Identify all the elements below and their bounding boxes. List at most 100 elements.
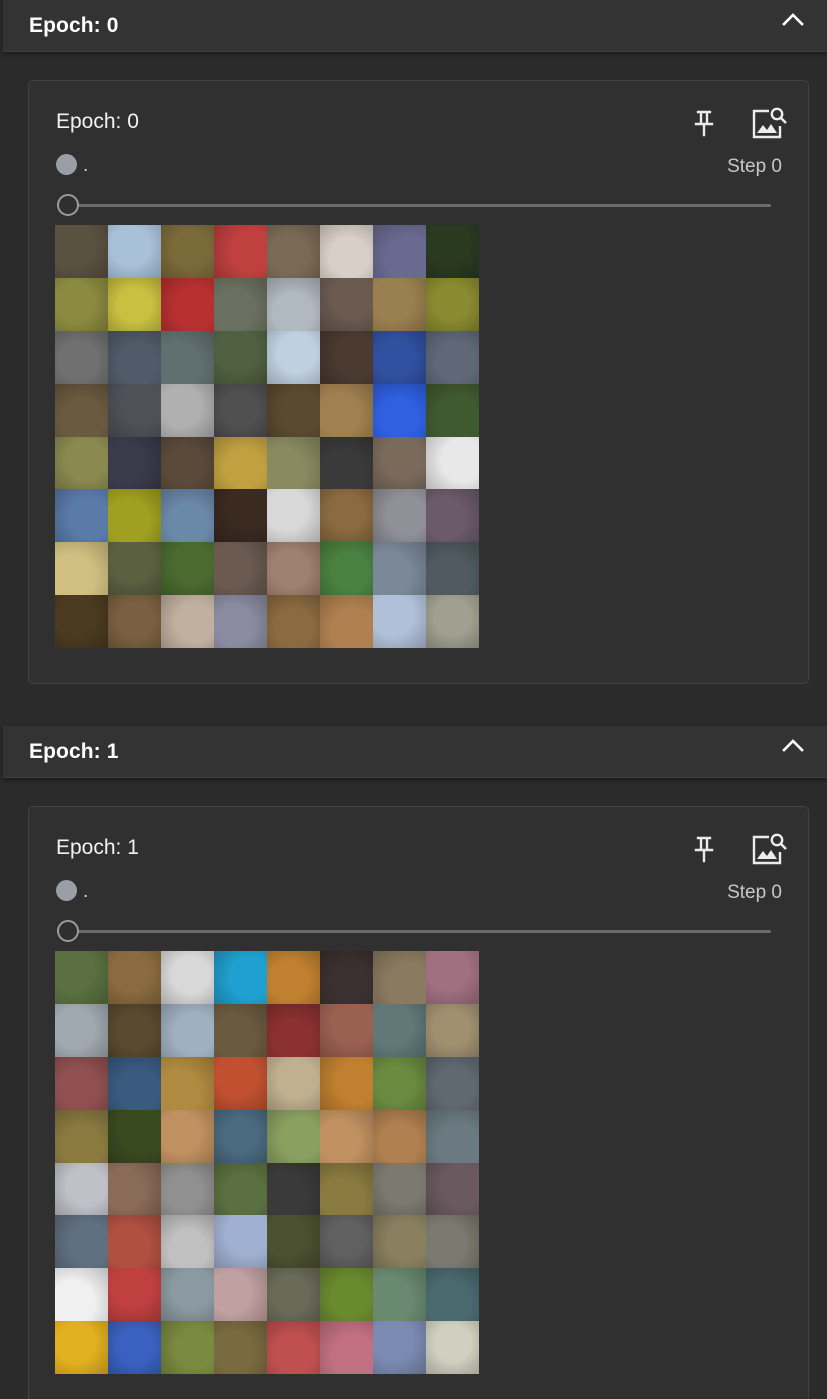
image-tile <box>108 225 161 278</box>
image-tile <box>55 951 108 1004</box>
image-tile <box>320 225 373 278</box>
pin-button[interactable] <box>691 834 717 864</box>
step-label: Step 0 <box>727 882 782 903</box>
chevron-up-icon <box>782 739 804 752</box>
step-slider[interactable] <box>57 193 771 217</box>
run-name: . <box>83 155 89 176</box>
image-tile <box>426 436 479 490</box>
pin-button[interactable] <box>691 108 717 138</box>
image-tile <box>55 1162 108 1216</box>
image-search-button[interactable] <box>749 831 789 867</box>
image-search-icon <box>752 833 787 865</box>
image-tile <box>214 1003 267 1057</box>
image-tile <box>373 1056 426 1110</box>
image-tile <box>267 1321 320 1374</box>
slider-track <box>67 930 771 933</box>
image-card-epoch-0: Epoch: 0 . Step 0 <box>28 80 809 684</box>
image-tile <box>426 1109 479 1163</box>
chevron-up-icon <box>782 13 804 26</box>
image-tile <box>426 1321 479 1374</box>
image-tile <box>426 383 479 437</box>
image-tile <box>320 1162 373 1216</box>
image-tile <box>161 277 214 331</box>
image-tile <box>267 225 320 278</box>
image-tile <box>320 277 373 331</box>
image-tile <box>214 595 267 648</box>
image-card-epoch-1: Epoch: 1 . Step 0 <box>28 806 809 1399</box>
image-tile <box>320 595 373 648</box>
image-tile <box>267 1162 320 1216</box>
image-tile <box>214 542 267 596</box>
image-grid[interactable] <box>55 225 479 648</box>
image-tile <box>55 277 108 331</box>
image-tile <box>108 1003 161 1057</box>
image-tile <box>55 1003 108 1057</box>
image-tile <box>426 595 479 648</box>
image-tile <box>267 951 320 1004</box>
image-tile <box>267 1268 320 1322</box>
image-tile <box>320 330 373 384</box>
collapse-button[interactable] <box>775 730 811 758</box>
image-tile <box>55 1321 108 1374</box>
slider-track <box>67 204 771 207</box>
image-tile <box>320 1003 373 1057</box>
collapse-button[interactable] <box>775 4 811 32</box>
image-tile <box>161 1109 214 1163</box>
image-tile <box>161 542 214 596</box>
image-tile <box>108 542 161 596</box>
image-tile <box>214 383 267 437</box>
image-tile <box>108 1162 161 1216</box>
image-tile <box>426 1056 479 1110</box>
card-title: Epoch: 0 <box>56 110 139 133</box>
image-tile <box>214 1215 267 1269</box>
image-tile <box>426 225 479 278</box>
image-tile <box>426 542 479 596</box>
image-grid[interactable] <box>55 951 479 1374</box>
image-tile <box>214 277 267 331</box>
image-tile <box>320 951 373 1004</box>
image-tile <box>55 595 108 648</box>
image-tile <box>426 330 479 384</box>
image-tile <box>320 542 373 596</box>
image-tile <box>161 1162 214 1216</box>
image-tile <box>108 436 161 490</box>
image-tile <box>373 1321 426 1374</box>
image-tile <box>373 330 426 384</box>
image-search-icon <box>752 107 787 139</box>
image-tile <box>161 1321 214 1374</box>
image-tile <box>108 489 161 543</box>
image-tile <box>55 383 108 437</box>
image-tile <box>373 489 426 543</box>
image-tile <box>55 225 108 278</box>
section-title: Epoch: 1 <box>29 740 119 763</box>
pin-icon <box>694 110 714 137</box>
slider-thumb[interactable] <box>57 920 79 942</box>
image-tile <box>214 1162 267 1216</box>
image-tile <box>373 436 426 490</box>
image-tile <box>373 225 426 278</box>
page: Epoch: 0 Epoch: 0 . Step 0 Epoch: 1 Epoc… <box>0 0 827 1399</box>
image-tile <box>373 542 426 596</box>
image-tile <box>320 1268 373 1322</box>
image-tile <box>214 951 267 1004</box>
slider-thumb[interactable] <box>57 194 79 216</box>
image-tile <box>108 277 161 331</box>
run-name: . <box>83 881 89 902</box>
image-tile <box>320 383 373 437</box>
image-tile <box>267 595 320 648</box>
image-tile <box>108 383 161 437</box>
image-tile <box>267 436 320 490</box>
step-slider[interactable] <box>57 919 771 943</box>
image-tile <box>426 1268 479 1322</box>
image-tile <box>214 1268 267 1322</box>
image-tile <box>267 1003 320 1057</box>
section-header-epoch-0[interactable]: Epoch: 0 <box>3 0 827 52</box>
image-tile <box>320 1109 373 1163</box>
image-tile <box>373 1215 426 1269</box>
section-header-epoch-1[interactable]: Epoch: 1 <box>3 726 827 778</box>
image-tile <box>55 1056 108 1110</box>
image-tile <box>161 1215 214 1269</box>
run-color-dot <box>56 880 77 901</box>
image-search-button[interactable] <box>749 105 789 141</box>
image-tile <box>267 383 320 437</box>
